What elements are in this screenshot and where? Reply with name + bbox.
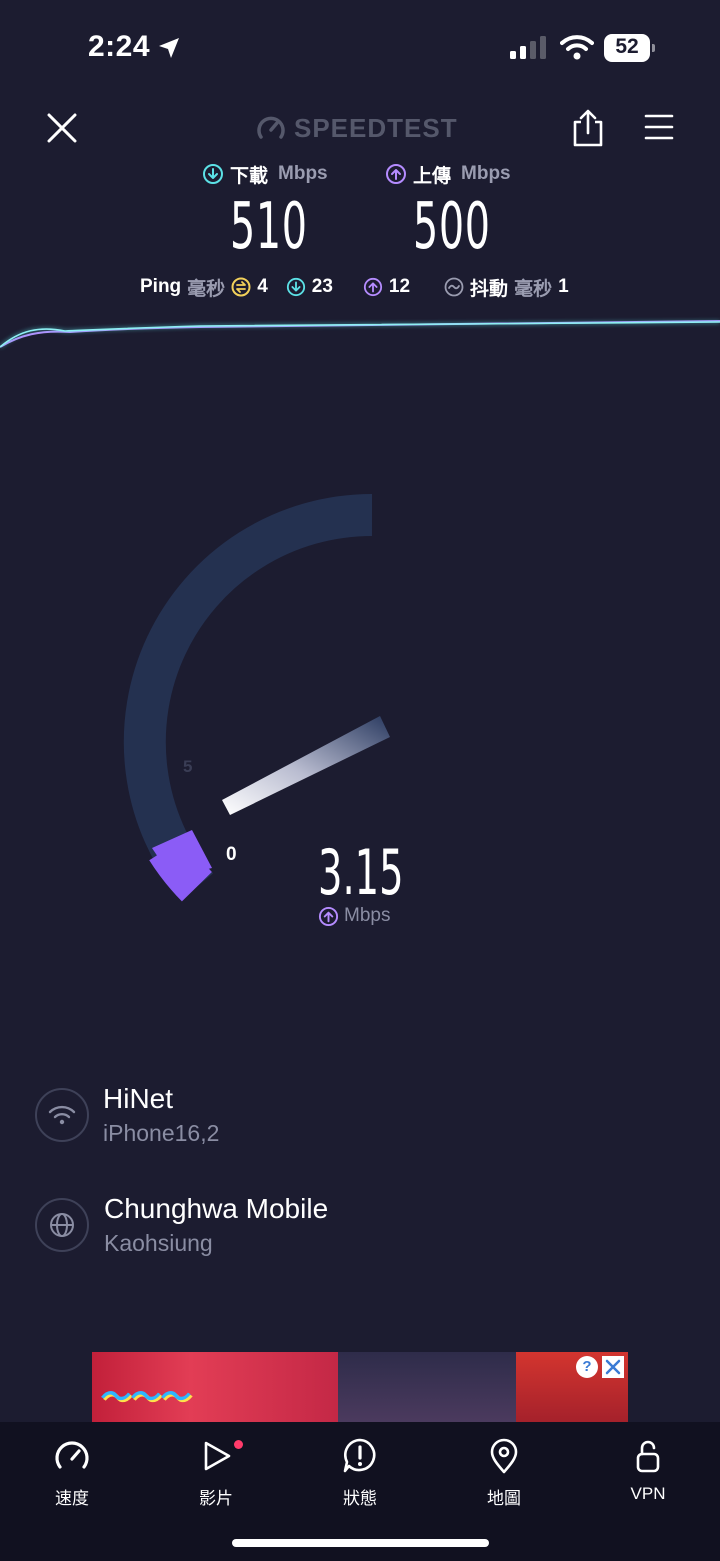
home-indicator[interactable] [232,1539,489,1547]
server-location: Kaohsiung [104,1230,213,1256]
cellular-signal-icon [510,36,546,59]
ping-unit: 毫秒 [187,278,226,300]
isp-wifi-icon [35,1088,89,1142]
upload-ping-icon [363,277,382,297]
jitter-icon [444,277,464,297]
upload-label: 上傳 [413,165,452,187]
close-button[interactable] [44,110,80,146]
download-label: 下載 [230,165,269,187]
jitter-unit: 毫秒 [514,278,553,300]
upload-arrow-icon [386,164,406,184]
speed-graph [0,320,720,348]
download-arrow-icon [203,164,223,184]
ad-image-left: 〜〜〜 [92,1352,338,1422]
battery-indicator: 52 [604,34,655,62]
tab-speed[interactable]: 速度 [22,1436,122,1509]
current-speed-unit: Mbps [318,905,390,927]
download-value: 510 [230,190,308,264]
lock-icon [636,1440,660,1473]
ad-info-icon[interactable]: ? [576,1356,598,1378]
menu-button[interactable] [643,112,675,142]
upload-arrow-icon [318,906,339,926]
alert-icon [343,1438,376,1473]
upload-unit: Mbps [461,163,511,184]
ping-idle-value: 4 [257,276,268,297]
current-speed-unit-label: Mbps [344,905,391,926]
device-model: iPhone16,2 [103,1120,220,1146]
status-time: 2:24 [88,30,151,63]
tab-vpn-label: VPN [630,1484,666,1503]
brand-label: SPEEDTEST [294,112,458,143]
speedometer-icon [55,1441,89,1469]
map-pin-icon [490,1438,518,1474]
ad-artwork-text: 〜〜〜 [98,1381,188,1414]
tab-speed-label: 速度 [55,1489,89,1508]
ad-banner[interactable]: 〜〜〜 ? [92,1352,628,1422]
ping-download-value: 23 [311,276,333,297]
share-button[interactable] [570,108,606,148]
jitter-label: 抖動 [470,278,509,300]
ad-close-icon[interactable] [602,1356,624,1378]
upload-header: 上傳 Mbps [385,160,511,188]
download-ping-icon [286,277,305,297]
gauge-tick-0: 0 [226,844,237,865]
speedtest-logo: SPEEDTEST [256,112,458,144]
tab-video-label: 影片 [199,1489,233,1508]
tab-map-label: 地圖 [487,1489,521,1508]
battery-level: 52 [615,35,639,58]
isp-name: HiNet [103,1083,174,1114]
wifi-status-icon [560,35,594,60]
ping-upload-value: 12 [388,276,411,297]
gauge-logo-icon [257,116,285,139]
tab-vpn[interactable]: VPN [598,1436,698,1504]
server-globe-icon [35,1198,89,1252]
tab-map[interactable]: 地圖 [454,1436,554,1509]
play-icon [204,1441,231,1471]
ping-label: Ping [140,276,182,297]
tab-status[interactable]: 狀態 [310,1436,410,1509]
tab-status-label: 狀態 [343,1489,377,1508]
gauge-tick-5: 5 [183,757,193,776]
upload-value: 500 [413,190,491,264]
tab-video[interactable]: 影片 [166,1436,266,1509]
location-arrow-icon [159,38,179,58]
server-name[interactable]: Chunghwa Mobile [104,1193,328,1225]
ad-image-middle [338,1352,516,1422]
new-content-badge [234,1440,243,1449]
idle-ping-icon [231,277,251,297]
download-header: 下載 Mbps [202,160,328,188]
jitter-value: 1 [558,276,569,297]
current-speed-value: 3.15 [318,836,404,909]
gauge-needle [222,716,390,815]
gauge-track [123,494,373,901]
download-unit: Mbps [278,163,328,184]
ping-row: Ping 毫秒 4 23 12 抖動 毫秒 1 [140,273,569,301]
